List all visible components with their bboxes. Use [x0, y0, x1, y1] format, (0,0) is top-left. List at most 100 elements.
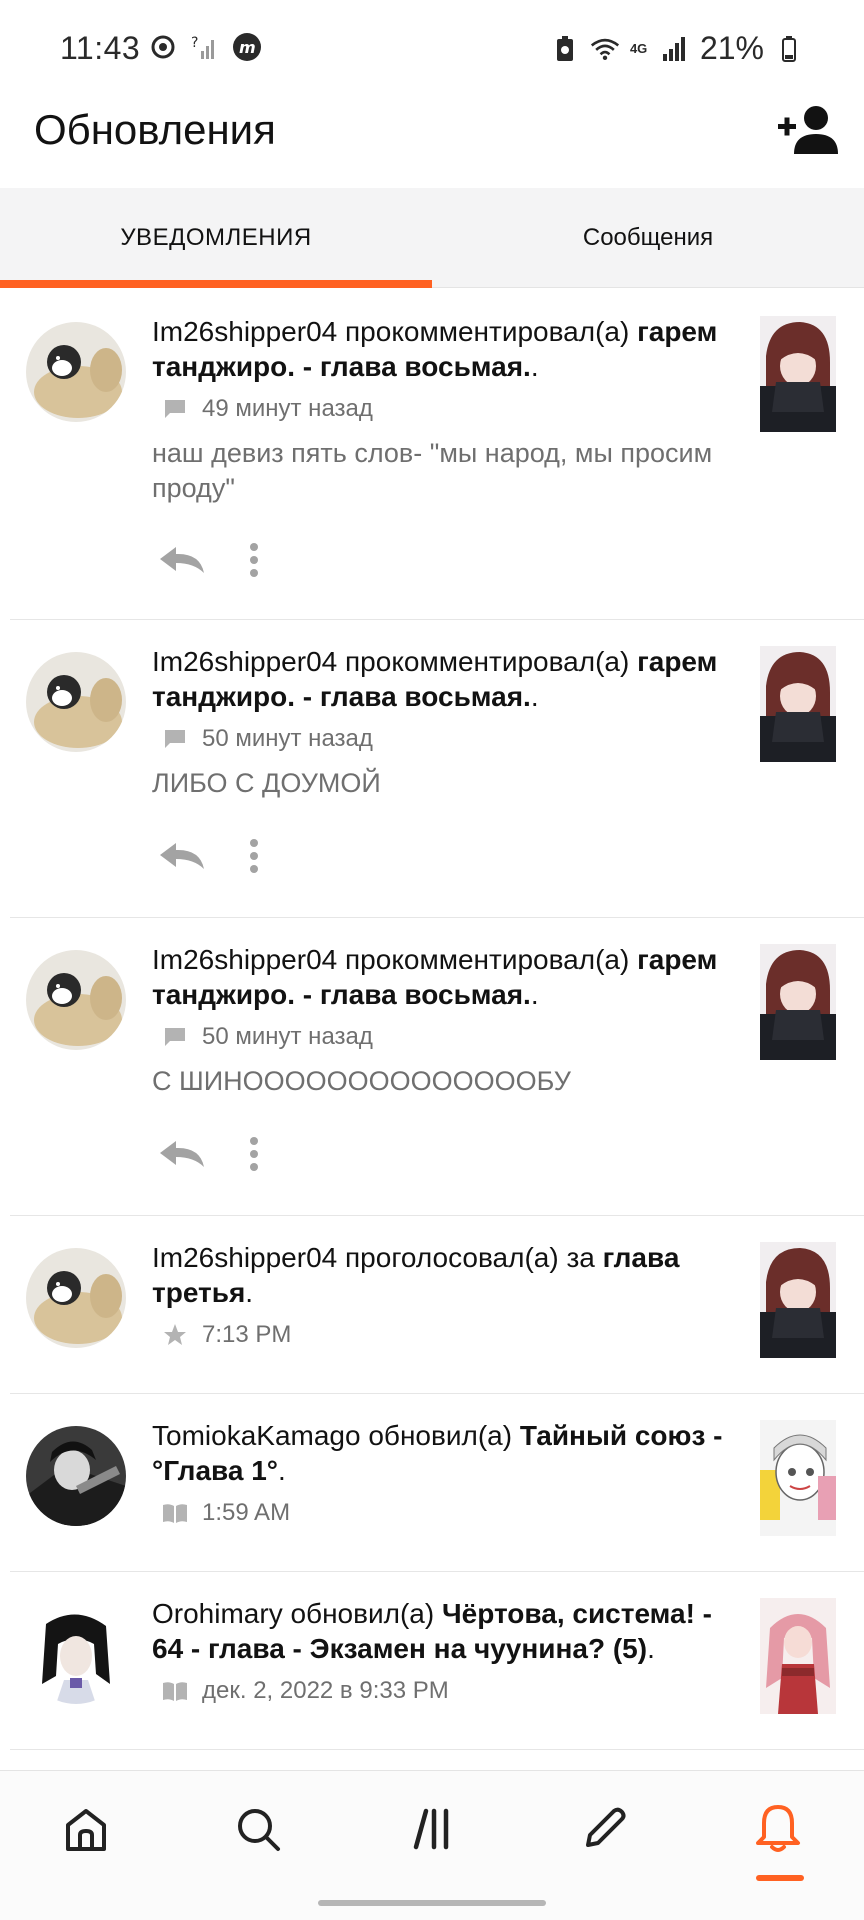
reply-icon[interactable]: [158, 545, 206, 580]
timestamp: дек. 2, 2022 в 9:33 PM: [202, 1677, 449, 1704]
notification-text: Im26shipper04 прокомментировал(а) гарем …: [152, 314, 742, 384]
actions-row: [158, 1136, 260, 1177]
status-right-icons: 4G 21%: [550, 30, 804, 67]
svg-text:m: m: [239, 38, 256, 57]
signal-icon: [660, 34, 690, 64]
notification-meta: 1:59 AM: [162, 1496, 742, 1530]
battery-icon: [774, 34, 804, 64]
username[interactable]: Im26shipper04: [152, 646, 337, 677]
more-options-icon[interactable]: [248, 542, 260, 583]
tab-messages[interactable]: Сообщения: [432, 188, 864, 288]
story-cover[interactable]: [760, 944, 836, 1060]
username[interactable]: Orohimary: [152, 1598, 283, 1629]
username[interactable]: Im26shipper04: [152, 316, 337, 347]
avatar[interactable]: [26, 1426, 126, 1526]
story-cover[interactable]: [760, 1242, 836, 1358]
avatar[interactable]: [26, 1604, 126, 1704]
notification-item[interactable]: TomiokaKamago обновил(а) Тайный союз - °…: [10, 1394, 864, 1572]
story-cover[interactable]: [760, 1420, 836, 1536]
action-text: обновил(а): [290, 1598, 435, 1629]
nav-library[interactable]: [346, 1771, 518, 1891]
notification-item[interactable]: Orohimary обновил(а) Чёртова, система! -…: [10, 1572, 864, 1750]
notification-content: Im26shipper04 прокомментировал(а) гарем …: [152, 942, 742, 1099]
search-icon: [234, 1805, 282, 1858]
target-suffix: .: [647, 1633, 655, 1664]
notification-text: Im26shipper04 проголосовал(а) за глава т…: [152, 1240, 742, 1310]
nav-home[interactable]: [0, 1771, 172, 1891]
notification-meta: 50 минут назад: [162, 1020, 742, 1054]
story-cover[interactable]: [760, 1598, 836, 1714]
more-options-icon[interactable]: [248, 1136, 260, 1177]
notification-text: Im26shipper04 прокомментировал(а) гарем …: [152, 644, 742, 714]
notification-text: TomiokaKamago обновил(а) Тайный союз - °…: [152, 1418, 742, 1488]
add-person-icon[interactable]: [776, 104, 838, 156]
status-bar: 11:43 ? m 4G 21%: [0, 0, 864, 100]
username[interactable]: TomiokaKamago: [152, 1420, 361, 1451]
timestamp: 50 минут назад: [202, 725, 373, 752]
library-icon: [410, 1807, 454, 1856]
avatar[interactable]: [26, 950, 126, 1050]
avatar[interactable]: [26, 322, 126, 422]
book-icon: [162, 1678, 188, 1704]
action-text: прокомментировал(а): [345, 944, 630, 975]
notification-content: Im26shipper04 прокомментировал(а) гарем …: [152, 314, 742, 506]
reply-icon[interactable]: [158, 841, 206, 876]
target-suffix: .: [245, 1277, 254, 1308]
target-suffix: .: [530, 681, 539, 712]
notification-text: Im26shipper04 прокомментировал(а) гарем …: [152, 942, 742, 1012]
comment-text: наш девиз пять слов- "мы народ, мы проси…: [152, 438, 713, 503]
comment-text: С ШИНООООООООООООООБУ: [152, 1066, 571, 1096]
actions-row: [158, 838, 260, 879]
target-suffix: .: [278, 1455, 286, 1486]
story-cover[interactable]: [760, 646, 836, 762]
avatar[interactable]: [26, 652, 126, 752]
bell-icon: [754, 1803, 802, 1860]
wifi-icon: [590, 34, 620, 64]
active-tab-indicator: [0, 280, 432, 288]
status-left-icons: ? m: [148, 32, 262, 62]
target-suffix: .: [530, 351, 539, 382]
timestamp: 50 минут назад: [202, 1023, 373, 1050]
more-options-icon[interactable]: [248, 838, 260, 879]
action-text: прокомментировал(а): [345, 646, 630, 677]
timestamp: 7:13 PM: [202, 1321, 292, 1348]
notification-content: Im26shipper04 проголосовал(а) за глава т…: [152, 1240, 742, 1352]
page-title: Обновления: [34, 106, 276, 153]
action-text: прокомментировал(а): [345, 316, 630, 347]
avatar[interactable]: [26, 1248, 126, 1348]
notification-meta: 7:13 PM: [162, 1318, 742, 1352]
comment-icon: [162, 396, 188, 422]
notification-item[interactable]: Im26shipper04 прокомментировал(а) гарем …: [10, 918, 864, 1216]
username[interactable]: Im26shipper04: [152, 1242, 337, 1273]
status-time: 11:43: [60, 30, 141, 66]
notification-item[interactable]: Im26shipper04 проголосовал(а) за глава т…: [10, 1216, 864, 1394]
notification-item[interactable]: Im26shipper04 прокомментировал(а) гарем …: [10, 620, 864, 918]
reply-icon[interactable]: [158, 1139, 206, 1174]
battery-percent: 21%: [699, 30, 764, 66]
tab-notifications[interactable]: УВЕДОМЛЕНИЯ: [0, 188, 432, 288]
story-cover[interactable]: [760, 316, 836, 432]
username[interactable]: Im26shipper04: [152, 944, 337, 975]
app-m-icon: m: [232, 32, 262, 62]
active-nav-indicator: [756, 1875, 804, 1881]
tab-bar: УВЕДОМЛЕНИЯ Сообщения: [0, 188, 864, 288]
comment-icon: [162, 1024, 188, 1050]
nav-write[interactable]: [518, 1771, 690, 1891]
notification-content: TomiokaKamago обновил(а) Тайный союз - °…: [152, 1418, 742, 1530]
bottom-navigation: [0, 1770, 864, 1920]
comment-icon: [162, 726, 188, 752]
book-icon: [162, 1500, 188, 1526]
action-text: обновил(а): [368, 1420, 513, 1451]
notification-content: Orohimary обновил(а) Чёртова, система! -…: [152, 1596, 742, 1708]
pencil-icon: [580, 1805, 628, 1858]
notification-content: Im26shipper04 прокомментировал(а) гарем …: [152, 644, 742, 801]
comment-text: ЛИБО С ДОУМОЙ: [152, 768, 381, 798]
notification-item[interactable]: Im26shipper04 прокомментировал(а) гарем …: [10, 290, 864, 620]
nav-search[interactable]: [172, 1771, 344, 1891]
app-header: Обновления: [0, 100, 864, 188]
timestamp: 49 минут назад: [202, 395, 373, 422]
notification-meta: 49 минут назад: [162, 392, 742, 426]
nav-notifications[interactable]: [692, 1771, 864, 1891]
action-text: проголосовал(а) за: [345, 1242, 595, 1273]
system-home-bar[interactable]: [318, 1900, 546, 1906]
